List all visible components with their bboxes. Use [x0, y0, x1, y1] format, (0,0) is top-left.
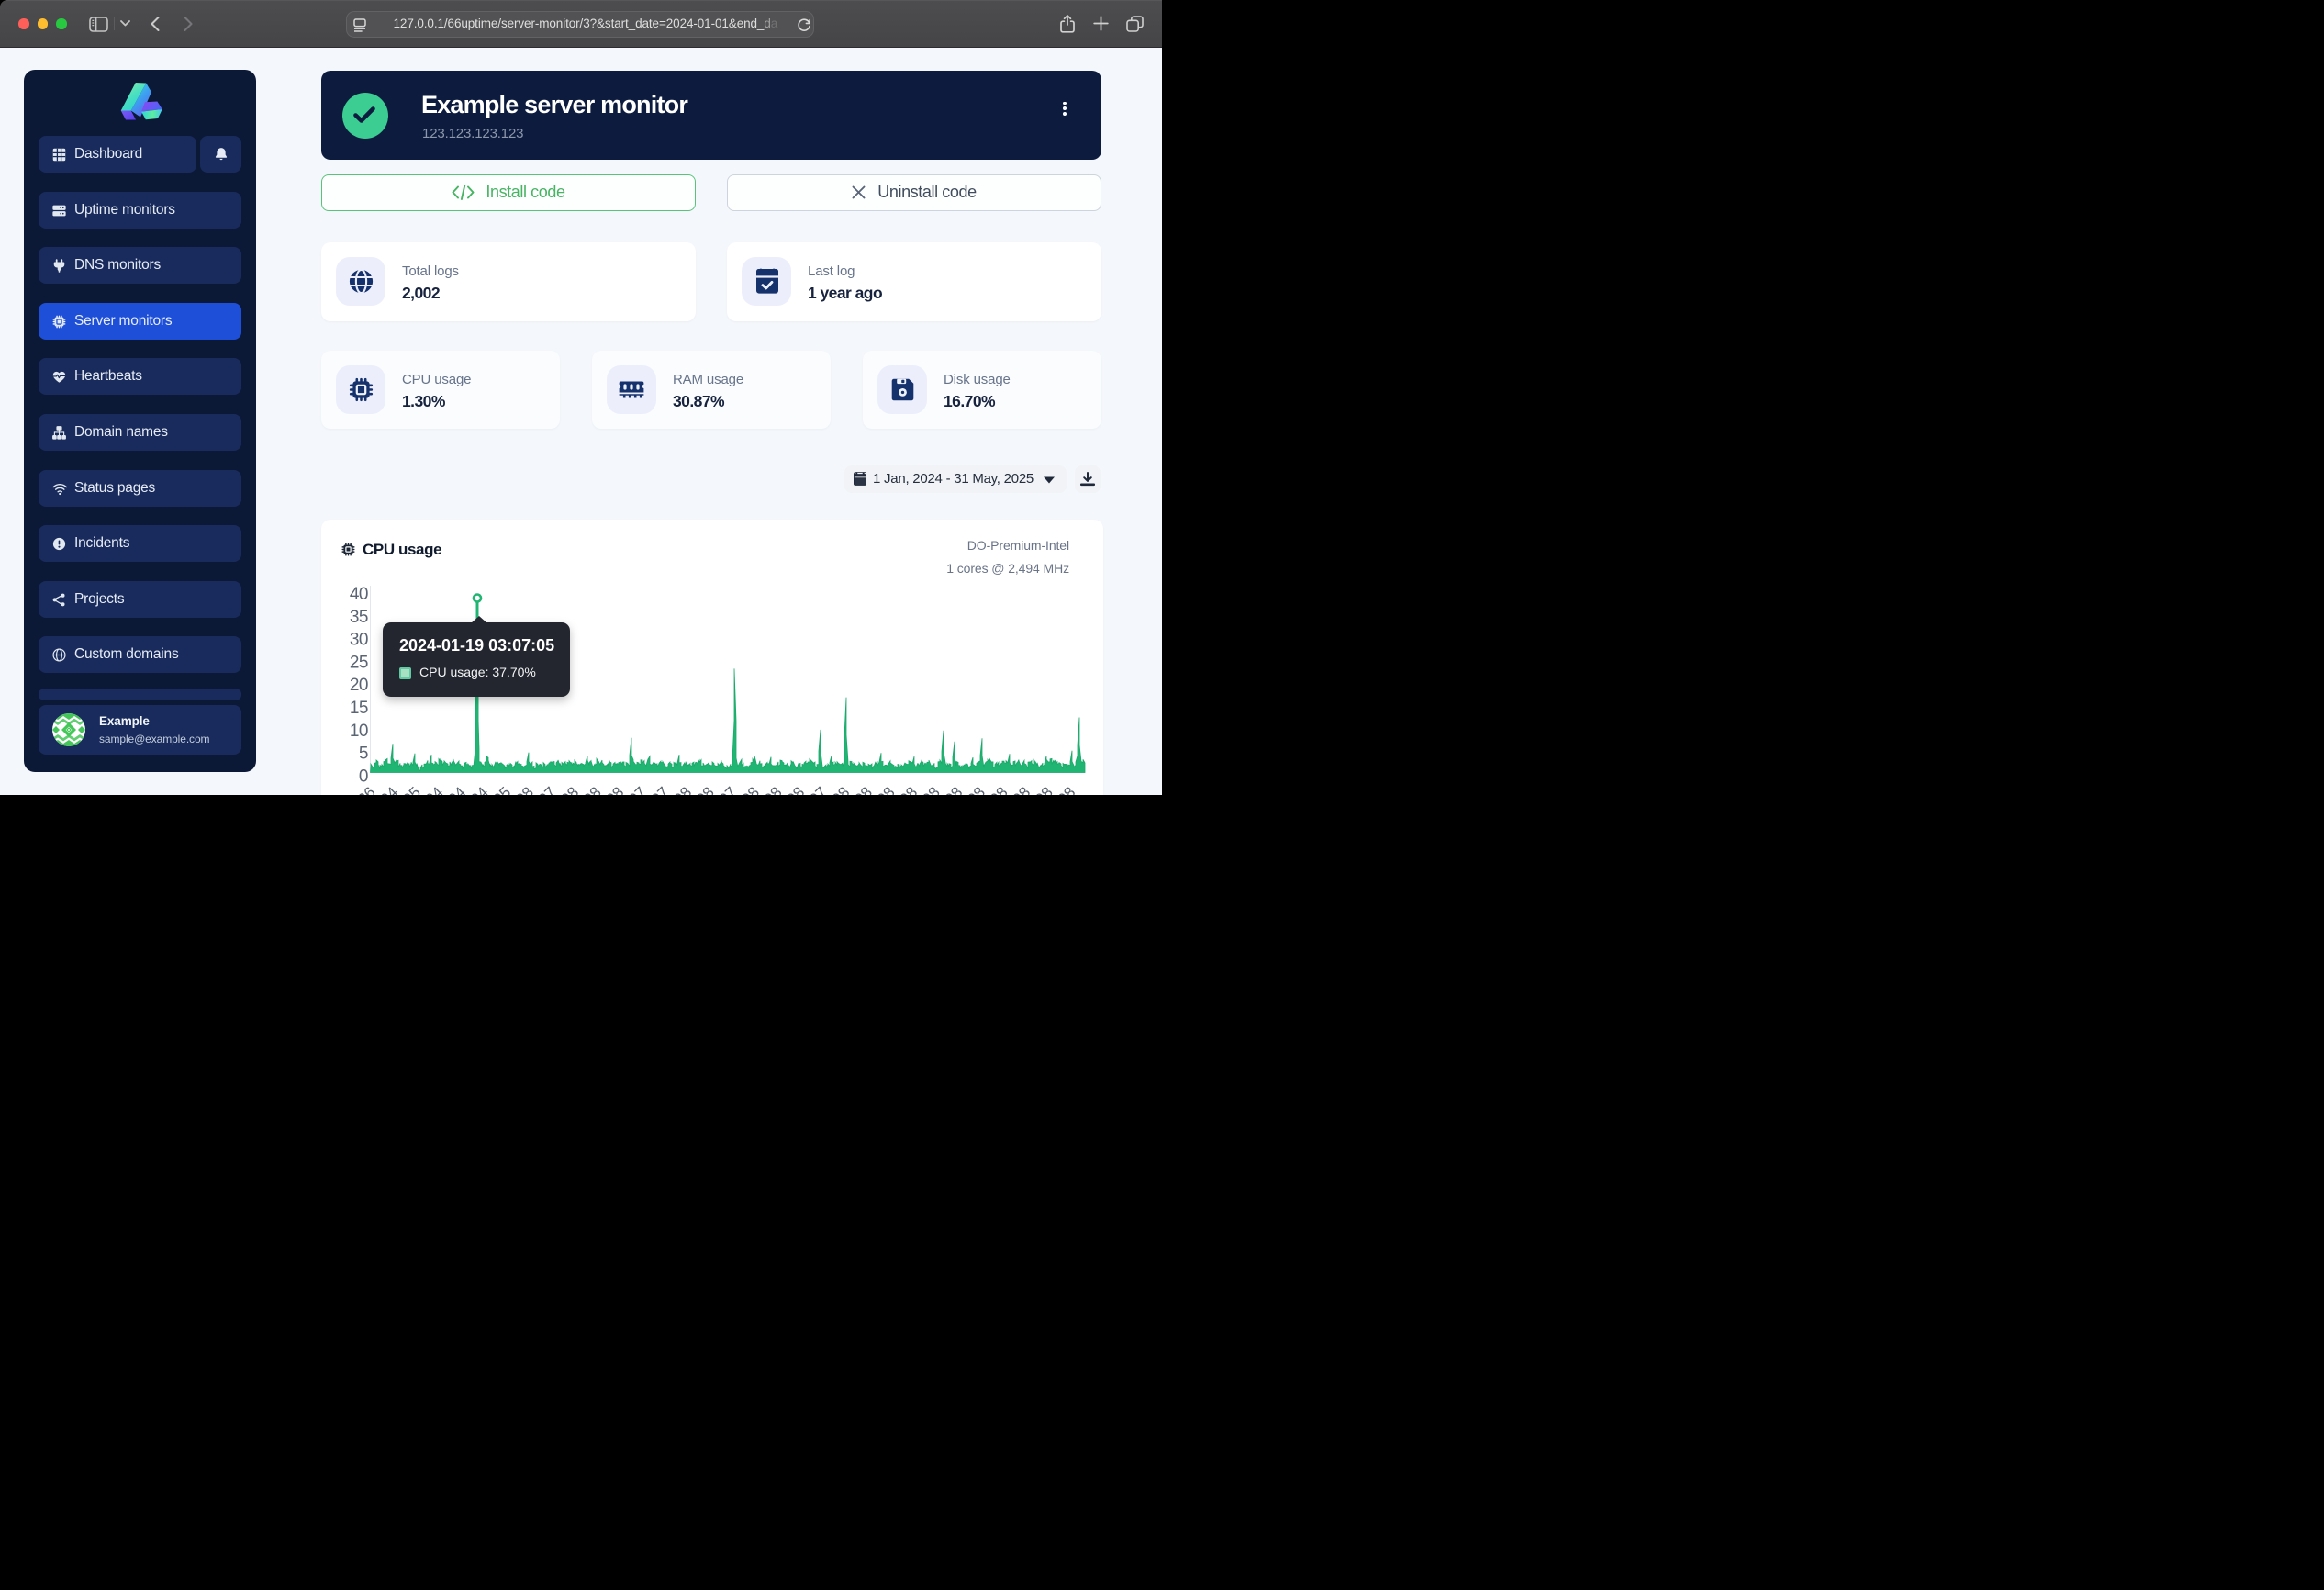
svg-text:35: 35: [350, 608, 368, 627]
svg-text:05: 05: [399, 783, 424, 795]
svg-text:08: 08: [557, 783, 582, 795]
svg-text:07: 07: [535, 783, 560, 795]
svg-text:08: 08: [987, 783, 1011, 795]
svg-text:08: 08: [1032, 783, 1056, 795]
svg-text:08: 08: [738, 783, 763, 795]
svg-text:15: 15: [350, 699, 368, 718]
svg-text:25: 25: [350, 653, 368, 672]
svg-text:10: 10: [350, 722, 368, 741]
svg-text:04: 04: [467, 783, 492, 795]
svg-text:07: 07: [716, 783, 741, 795]
svg-text:05: 05: [490, 783, 515, 795]
svg-text:08: 08: [693, 783, 718, 795]
svg-text:07: 07: [648, 783, 673, 795]
svg-text:20: 20: [350, 676, 368, 695]
svg-text:30: 30: [350, 631, 368, 650]
svg-text:04: 04: [444, 783, 469, 795]
svg-text:08: 08: [1009, 783, 1034, 795]
svg-text:0: 0: [359, 767, 368, 786]
svg-text:5: 5: [359, 745, 368, 764]
svg-text:08: 08: [761, 783, 786, 795]
svg-text:08: 08: [896, 783, 921, 795]
svg-text:08: 08: [874, 783, 899, 795]
svg-text:40: 40: [350, 585, 368, 604]
svg-text:08: 08: [512, 783, 537, 795]
svg-text:08: 08: [603, 783, 628, 795]
svg-text:07: 07: [806, 783, 831, 795]
svg-text:08: 08: [851, 783, 876, 795]
svg-text:07: 07: [625, 783, 650, 795]
svg-text:04: 04: [377, 783, 402, 795]
svg-text:04: 04: [422, 783, 447, 795]
svg-text:08: 08: [964, 783, 989, 795]
svg-text:08: 08: [942, 783, 966, 795]
svg-text:08: 08: [580, 783, 605, 795]
svg-text:08: 08: [670, 783, 695, 795]
svg-text:08: 08: [783, 783, 808, 795]
svg-text:08: 08: [829, 783, 854, 795]
svg-text:08: 08: [919, 783, 944, 795]
svg-text:08: 08: [1055, 783, 1079, 795]
